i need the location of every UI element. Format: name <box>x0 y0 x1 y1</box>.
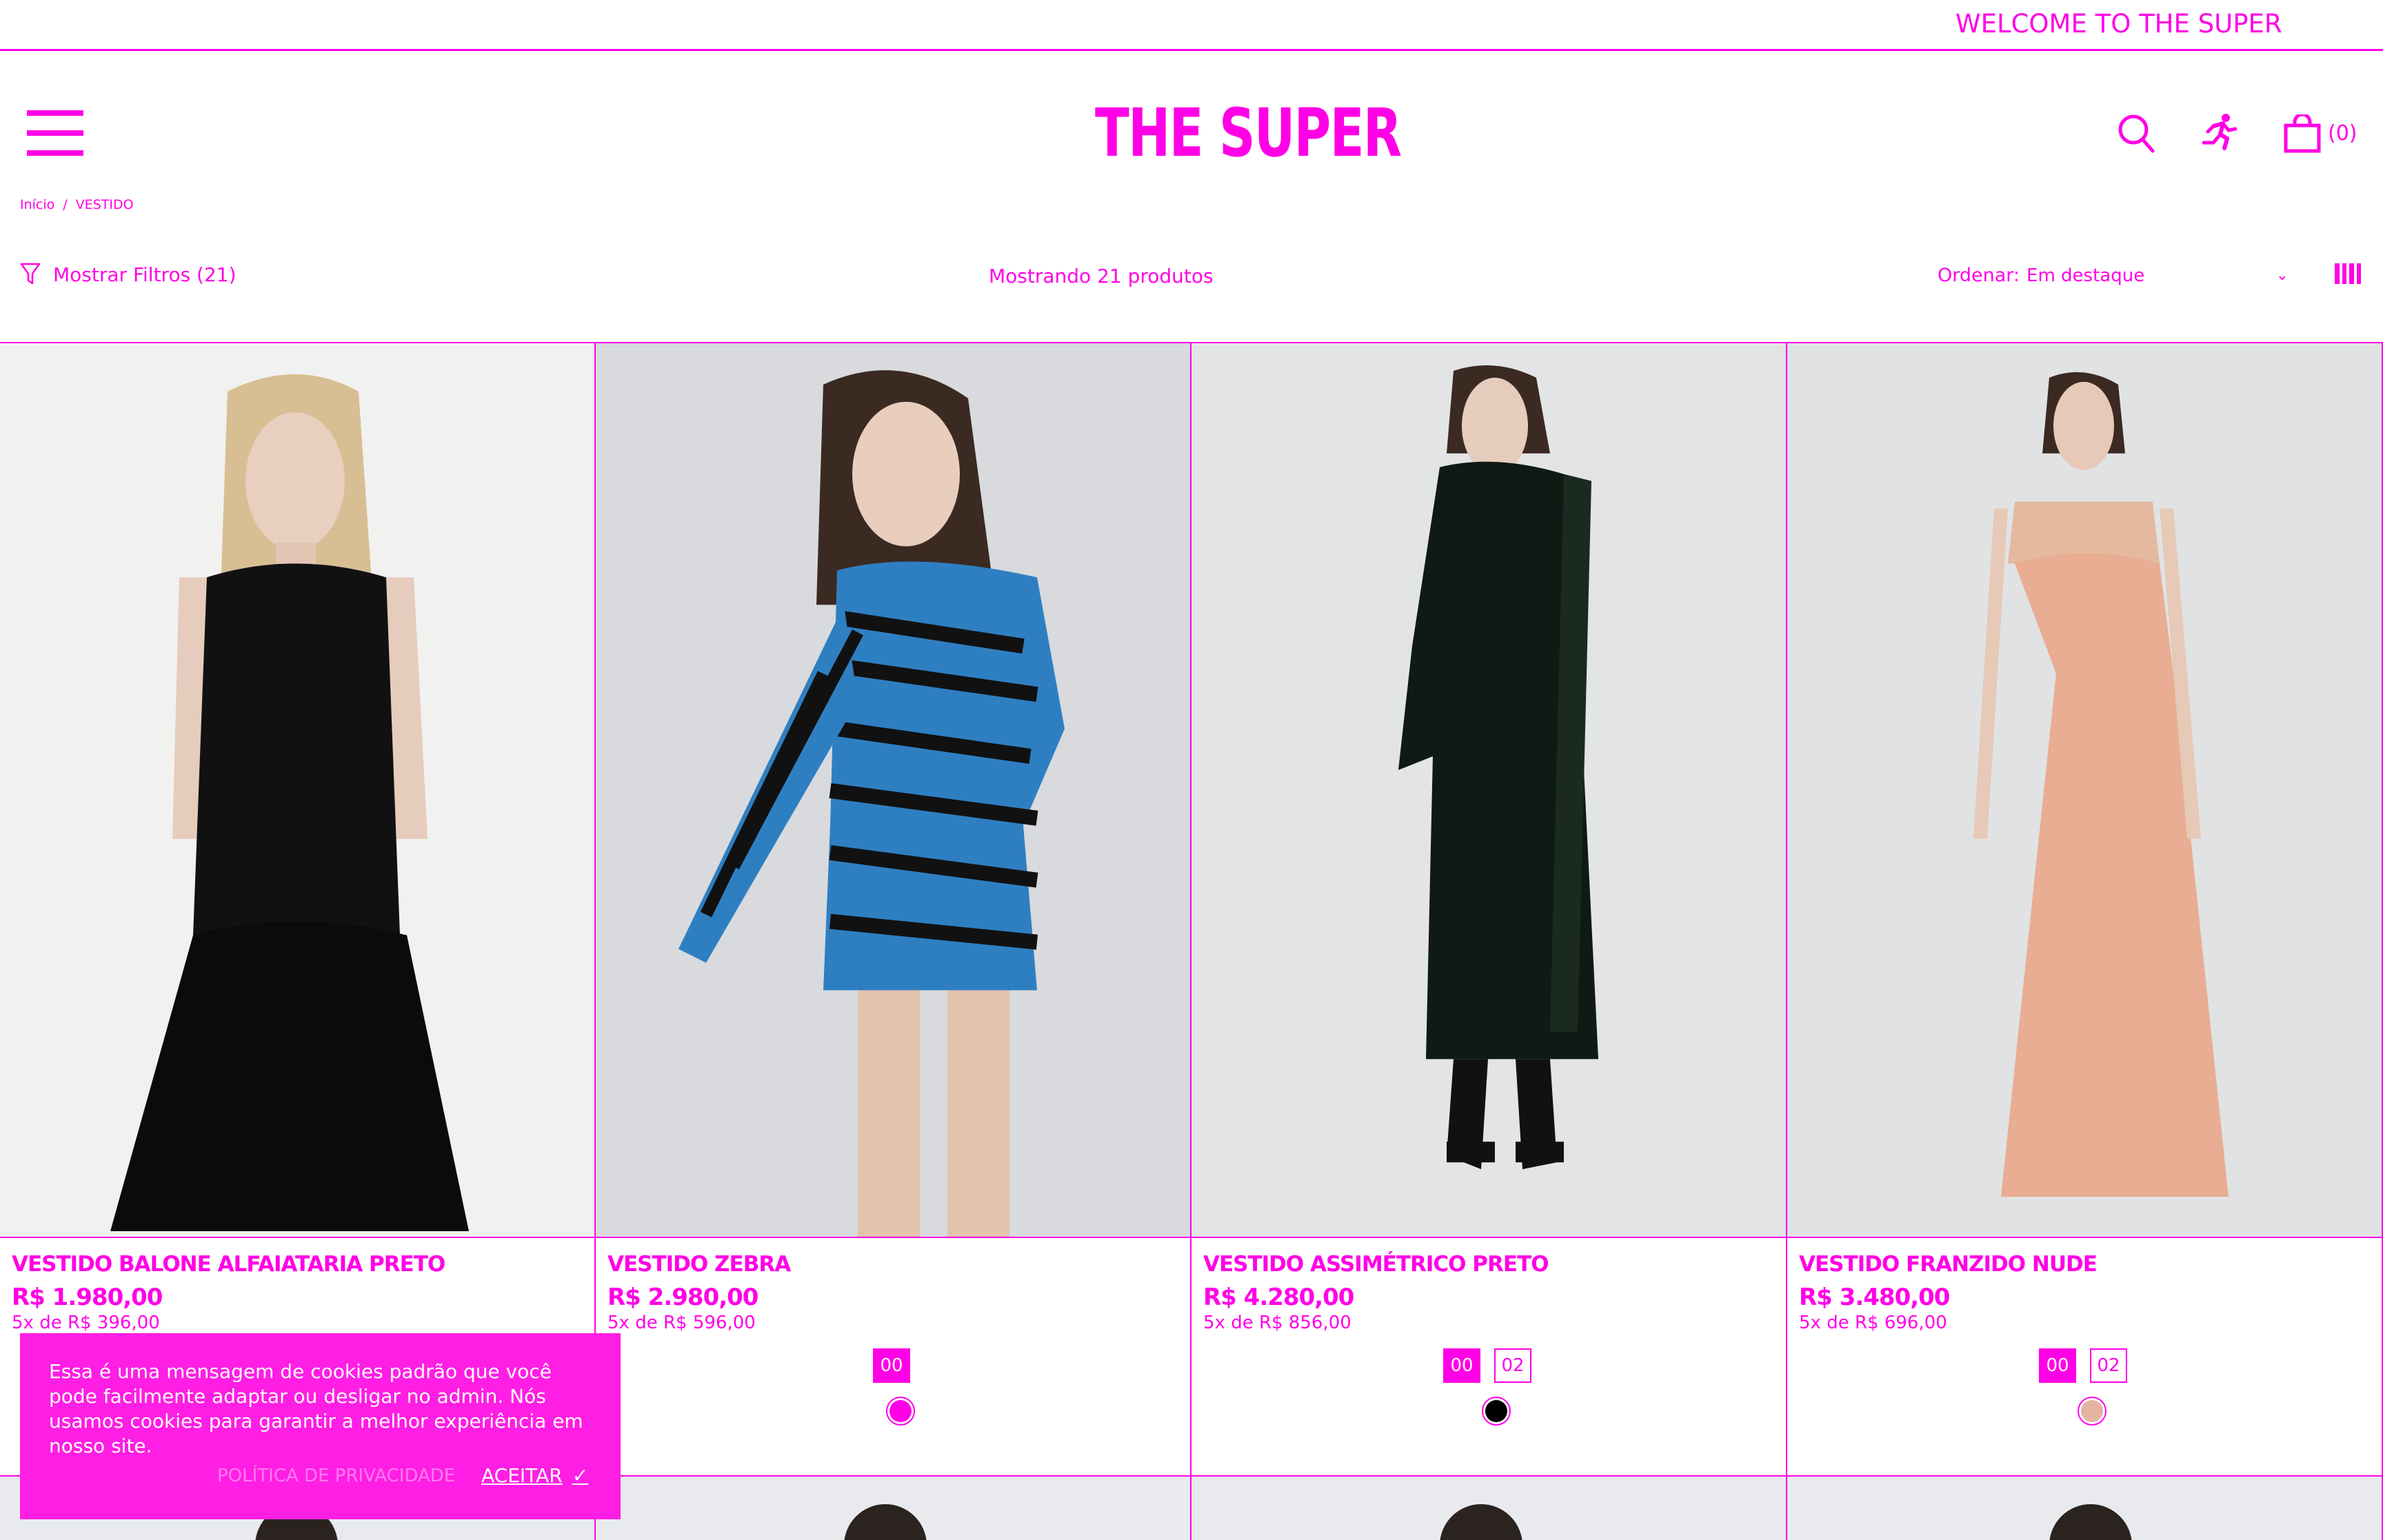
privacy-policy-link[interactable]: POLÍTICA DE PRIVACIDADE <box>217 1466 455 1486</box>
shopping-bag-icon[interactable] <box>2284 114 2321 153</box>
product-card: VESTIDO ASSIMÉTRICO PRETO R$ 4.280,00 5x… <box>1192 343 1787 1477</box>
breadcrumb: Início / VESTIDO <box>20 197 134 212</box>
breadcrumb-home-link[interactable]: Início <box>20 197 54 212</box>
color-swatch[interactable] <box>1482 1397 1511 1426</box>
product-price: R$ 2.980,00 <box>607 1284 758 1311</box>
sort-value: Em destaque <box>2027 265 2145 286</box>
size-option[interactable]: 00 <box>2039 1348 2076 1383</box>
brand-logo[interactable]: THE SUPER <box>1095 95 1402 171</box>
results-count: Mostrando 21 produtos <box>989 265 1214 287</box>
accept-label: ACEITAR <box>481 1464 563 1487</box>
sort-control: Ordenar: Em destaque ⌄ <box>1938 265 2295 286</box>
product-price: R$ 1.980,00 <box>12 1284 163 1311</box>
product-installments: 5x de R$ 696,00 <box>1799 1313 1947 1333</box>
hamburger-menu-icon[interactable] <box>27 110 83 156</box>
product-price: R$ 3.480,00 <box>1799 1284 1950 1311</box>
product-installments: 5x de R$ 856,00 <box>1203 1313 1351 1333</box>
product-name[interactable]: VESTIDO FRANZIDO NUDE <box>1799 1252 2098 1277</box>
size-options: 00 02 <box>1443 1348 1531 1383</box>
size-options: 00 <box>873 1348 910 1383</box>
color-swatch[interactable] <box>2078 1397 2107 1426</box>
size-option[interactable]: 02 <box>1494 1348 1531 1383</box>
size-option[interactable]: 00 <box>1443 1348 1480 1383</box>
product-installments: 5x de R$ 596,00 <box>607 1313 756 1333</box>
size-options: 00 02 <box>2039 1348 2127 1383</box>
sort-label: Ordenar: <box>1938 265 2020 286</box>
product-card: VESTIDO FRANZIDO NUDE R$ 3.480,00 5x de … <box>1787 343 2383 1477</box>
announcement-bar: WELCOME TO THE SUPER <box>0 0 2383 51</box>
product-card: VESTIDO BALONE ALFAIATARIA PRETO R$ 1.98… <box>0 343 596 1477</box>
product-grid: VESTIDO BALONE ALFAIATARIA PRETO R$ 1.98… <box>0 342 2383 1477</box>
chevron-down-icon: ⌄ <box>2275 267 2289 284</box>
breadcrumb-separator: / <box>63 197 68 212</box>
product-price: R$ 4.280,00 <box>1203 1284 1354 1311</box>
search-icon[interactable] <box>2117 112 2155 154</box>
product-name[interactable]: VESTIDO ASSIMÉTRICO PRETO <box>1203 1252 1549 1277</box>
size-option[interactable]: 02 <box>2090 1348 2127 1383</box>
product-installments: 5x de R$ 396,00 <box>12 1313 160 1333</box>
product-image[interactable] <box>1192 1477 1787 1540</box>
checkmark-icon: ✓ <box>572 1464 589 1487</box>
show-filters-button[interactable]: Mostrar Filtros (21) <box>20 263 237 286</box>
cookie-message: Essa é uma mensagem de cookies padrão qu… <box>49 1360 583 1457</box>
running-person-icon[interactable] <box>2200 112 2240 152</box>
size-option[interactable]: 00 <box>873 1348 910 1383</box>
swatch-fill <box>889 1400 912 1422</box>
swatch-fill <box>1485 1400 1507 1422</box>
product-image[interactable] <box>0 343 594 1238</box>
show-filters-label: Mostrar Filtros (21) <box>53 263 237 286</box>
product-image[interactable] <box>596 343 1190 1238</box>
product-image[interactable] <box>1787 343 2382 1238</box>
product-image[interactable] <box>596 1477 1192 1540</box>
sort-select[interactable]: Em destaque ⌄ <box>2027 265 2295 286</box>
accept-cookies-button[interactable]: ACEITAR ✓ <box>481 1464 588 1487</box>
swatch-fill <box>2081 1400 2103 1422</box>
color-swatch[interactable] <box>886 1397 915 1426</box>
product-image[interactable] <box>1787 1477 2383 1540</box>
product-image[interactable] <box>1192 343 1786 1238</box>
product-name[interactable]: VESTIDO ZEBRA <box>607 1252 791 1277</box>
product-card: VESTIDO ZEBRA R$ 2.980,00 5x de R$ 596,0… <box>596 343 1192 1477</box>
product-name[interactable]: VESTIDO BALONE ALFAIATARIA PRETO <box>12 1252 445 1277</box>
cart-count[interactable]: (0) <box>2328 121 2357 145</box>
breadcrumb-current-link[interactable]: VESTIDO <box>76 197 134 212</box>
cookie-banner: Essa é uma mensagem de cookies padrão qu… <box>20 1333 621 1519</box>
filter-icon <box>20 263 41 285</box>
grid-view-icon[interactable] <box>2335 263 2361 284</box>
announcement-text: WELCOME TO THE SUPER <box>1955 9 2282 39</box>
